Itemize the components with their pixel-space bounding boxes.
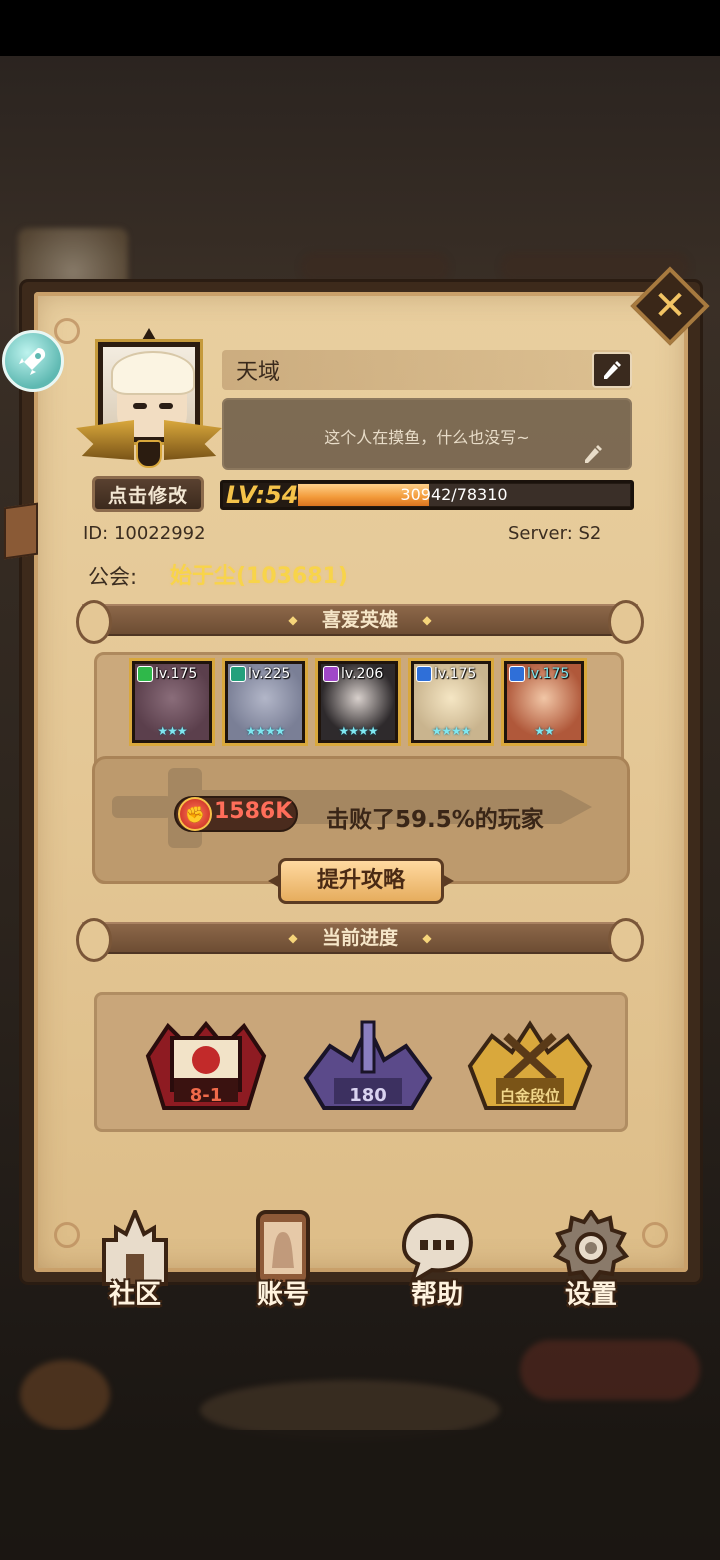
pencil-icon	[604, 361, 621, 379]
settings-button[interactable]: 设置	[536, 1200, 646, 1316]
settings-label: 设置	[564, 1280, 617, 1310]
rocket-icon[interactable]	[2, 330, 64, 392]
guild-name[interactable]: 始于尘(103681)	[170, 558, 348, 590]
campaign-stage: 8-1	[189, 1085, 223, 1106]
power-value: 1586K	[214, 799, 293, 824]
game-screen: ✕ 点击修改 天域 这个人在摸鱼，什么也没写~ LV:54 30942/7831…	[0, 0, 720, 1560]
edit-name-button[interactable]	[592, 352, 632, 388]
shield-icon	[136, 440, 162, 468]
beat-percentage-text: 击败了59.5%的玩家	[326, 807, 544, 833]
improve-strategy-label: 提升攻略	[316, 868, 405, 893]
help-button[interactable]: 帮助	[382, 1200, 492, 1316]
avatar[interactable]	[76, 328, 222, 468]
hero-stars: ★★★	[157, 724, 187, 738]
level-label: LV:54	[226, 481, 299, 509]
tower-progress[interactable]: 180	[300, 1016, 436, 1112]
hero-stars: ★★★★	[431, 724, 471, 738]
player-id: ID: 10022992	[83, 523, 206, 544]
background-navbar	[0, 1430, 720, 1560]
hero-card[interactable]: lv.175 ★★	[504, 661, 584, 743]
element-icon	[416, 666, 432, 682]
hero-card[interactable]: lv.225 ★★★★	[225, 661, 305, 743]
element-icon	[323, 666, 339, 682]
hero-level: lv.175	[527, 666, 570, 682]
hero-level: lv.225	[248, 666, 291, 682]
hero-level: lv.175	[155, 666, 198, 682]
hero-stars: ★★★★	[338, 724, 378, 738]
community-label: 社区	[108, 1280, 161, 1310]
hero-level: lv.175	[434, 666, 477, 682]
element-icon	[230, 666, 246, 682]
help-label: 帮助	[410, 1280, 463, 1310]
hero-stars: ★★★★	[245, 724, 285, 738]
guild-label: 公会:	[88, 565, 138, 589]
campaign-progress[interactable]: 8-1	[138, 1016, 274, 1112]
close-button[interactable]: ✕	[630, 266, 710, 346]
pencil-icon	[585, 445, 602, 463]
community-button[interactable]: 社区	[80, 1200, 190, 1316]
edit-signature-button[interactable]	[580, 440, 608, 468]
account-label: 账号	[256, 1280, 309, 1310]
hero-stars: ★★	[534, 724, 555, 738]
hero-card[interactable]: lv.175 ★★★	[132, 661, 212, 743]
account-button[interactable]: 账号	[228, 1200, 338, 1316]
edit-avatar-button[interactable]: 点击修改	[92, 476, 204, 512]
element-icon	[509, 666, 525, 682]
signature-text: 这个人在摸鱼，什么也没写~	[324, 428, 530, 447]
rank-progress[interactable]: 白金段位	[462, 1016, 598, 1112]
server-label: Server: S2	[508, 523, 602, 544]
name-bar	[222, 350, 632, 390]
hero-card[interactable]: lv.175 ★★★★	[411, 661, 491, 743]
element-icon	[137, 666, 153, 682]
close-icon: ✕	[653, 283, 687, 329]
player-name: 天域	[236, 360, 281, 385]
rank-tier: 白金段位	[499, 1087, 560, 1105]
improve-strategy-button[interactable]: 提升攻略	[268, 858, 454, 904]
hero-card[interactable]: lv.206 ★★★★	[318, 661, 398, 743]
side-tab[interactable]	[4, 502, 38, 560]
tower-floor: 180	[349, 1085, 387, 1106]
exp-text: 30942/78310	[400, 485, 508, 504]
favorite-heroes-title: 喜爱英雄	[321, 609, 398, 631]
hero-level: lv.206	[341, 666, 384, 682]
fist-icon: ✊	[178, 797, 212, 831]
progress-title: 当前进度	[321, 927, 398, 949]
background-topbar	[0, 110, 720, 340]
